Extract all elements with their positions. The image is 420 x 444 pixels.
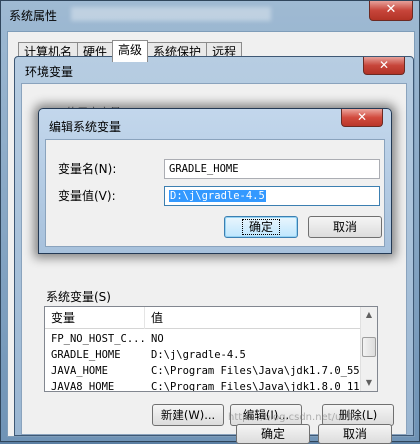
vertical-scrollbar[interactable]: ▲ ▼	[360, 307, 377, 391]
scrollbar-thumb[interactable]	[362, 337, 376, 357]
column-header-variable[interactable]: 变量	[45, 307, 145, 329]
selected-text: D:\j\gradle-4.5	[169, 190, 266, 202]
scroll-down-icon[interactable]: ▼	[361, 375, 377, 391]
variable-value-field[interactable]: D:\j\gradle-4.5	[164, 186, 380, 206]
system-properties-title: 系统属性	[9, 9, 58, 23]
list-header: 变量 值	[45, 307, 361, 329]
list-rows: FP_NO_HOST_C... NO GRADLE_HOME D:\j\grad…	[45, 331, 361, 391]
variable-name: JAVA8_HOME	[51, 381, 115, 391]
system-variables-label: 系统变量(S)	[46, 290, 111, 304]
edit-ok-button[interactable]: 确定	[224, 216, 298, 238]
variable-name: FP_NO_HOST_C...	[51, 333, 145, 345]
ok-button-label: 确定	[241, 219, 280, 235]
variable-value: NO	[151, 333, 164, 345]
edit-dialog-client: 变量名(N): GRADLE_HOME 变量值(V): D:\j\gradle-…	[45, 139, 385, 247]
variable-value: D:\j\gradle-4.5	[151, 349, 246, 361]
environment-variables-title: 环境变量	[25, 65, 74, 79]
scroll-up-icon[interactable]: ▲	[361, 307, 377, 323]
edit-dialog-title: 编辑系统变量	[49, 120, 122, 134]
watermark: https://blog.csdn.net/u01...	[228, 412, 364, 423]
blurred-title-area	[71, 7, 271, 21]
variable-name: GRADLE_HOME	[51, 349, 121, 361]
cancel-button[interactable]: 取消	[318, 424, 392, 444]
ok-button[interactable]: 确定	[236, 424, 310, 444]
edit-system-variable-dialog: 编辑系统变量 ✕ 变量名(N): GRADLE_HOME 变量值(V): D:\…	[38, 108, 392, 254]
variable-value: C:\Program Files\Java\jdk1.7.0_55	[151, 365, 360, 377]
list-item[interactable]: JAVA8_HOME C:\Program Files\Java\jdk1.8.…	[45, 379, 361, 391]
list-item[interactable]: FP_NO_HOST_C... NO	[45, 331, 361, 347]
list-item[interactable]: JAVA_HOME C:\Program Files\Java\jdk1.7.0…	[45, 363, 361, 379]
new-variable-button[interactable]: 新建(W)...	[152, 404, 224, 426]
close-icon[interactable]: ✕	[363, 57, 405, 75]
variable-name-label: 变量名(N):	[58, 162, 117, 176]
column-header-value[interactable]: 值	[145, 307, 163, 329]
variable-value-label: 变量值(V):	[58, 189, 116, 203]
variable-name: JAVA_HOME	[51, 365, 108, 377]
close-icon[interactable]: ✕	[341, 109, 383, 127]
system-variables-list[interactable]: 变量 值 FP_NO_HOST_C... NO GRADLE_HOME D:\j…	[44, 306, 378, 392]
variable-name-field[interactable]: GRADLE_HOME	[164, 159, 380, 179]
edit-cancel-button[interactable]: 取消	[308, 216, 382, 238]
variable-value: C:\Program Files\Java\jdk1.8.0_111	[151, 381, 361, 391]
list-item[interactable]: GRADLE_HOME D:\j\gradle-4.5	[45, 347, 361, 363]
tab-advanced[interactable]: 高级	[112, 40, 149, 62]
close-icon[interactable]: ✕	[369, 1, 413, 21]
